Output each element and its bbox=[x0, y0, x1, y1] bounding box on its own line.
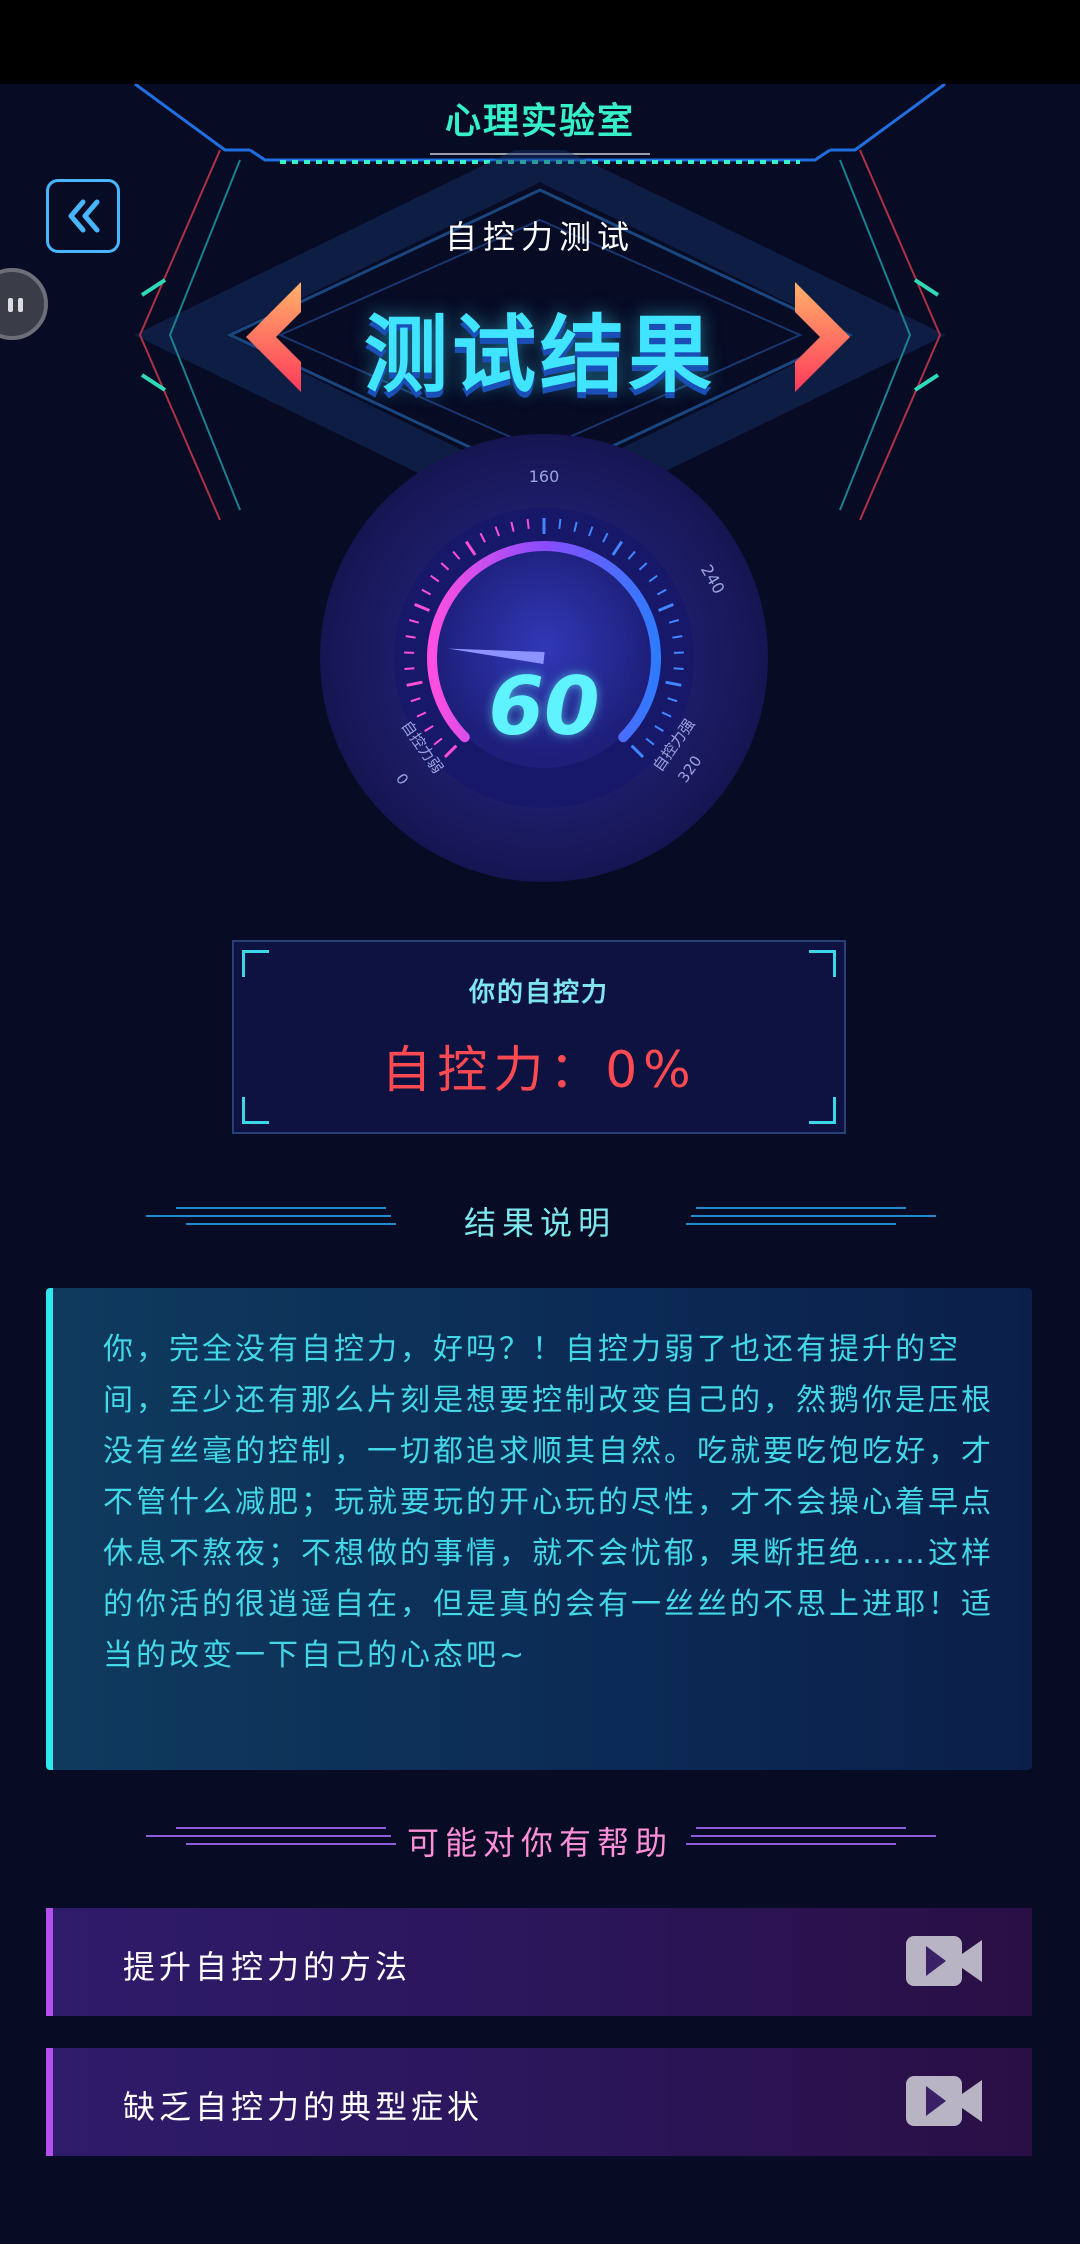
result-description-text: 你，完全没有自控力，好吗？！自控力弱了也还有提升的空间，至少还有那么片刻是想要控… bbox=[103, 1332, 994, 1673]
heading-lines-right bbox=[686, 1207, 936, 1225]
result-description-box: 你，完全没有自控力，好吗？！自控力弱了也还有提升的空间，至少还有那么片刻是想要控… bbox=[46, 1288, 1032, 1770]
gauge-tick bbox=[526, 518, 530, 530]
score-box: 你的自控力 自控力：0% bbox=[232, 940, 846, 1134]
help-item-methods[interactable]: 提升自控力的方法 bbox=[46, 1908, 1032, 2016]
video-icon bbox=[906, 1936, 982, 1986]
help-item-label: 提升自控力的方法 bbox=[123, 1948, 412, 1986]
video-icon bbox=[906, 2076, 982, 2126]
help-section-heading: 可能对你有帮助 bbox=[0, 1810, 1080, 1870]
gauge-value: 60 bbox=[488, 660, 600, 753]
status-bar bbox=[0, 0, 1080, 84]
score-value: 自控力：0% bbox=[381, 1041, 697, 1099]
result-title: 测试结果 bbox=[363, 306, 716, 404]
test-subtitle: 自控力测试 bbox=[444, 218, 635, 256]
help-item-label: 缺乏自控力的典型症状 bbox=[123, 2088, 484, 2126]
gauge-tick bbox=[558, 518, 562, 530]
help-item-symptoms[interactable]: 缺乏自控力的典型症状 bbox=[46, 2048, 1032, 2156]
result-section-heading: 结果说明 bbox=[0, 1190, 1080, 1250]
score-label: 你的自控力 bbox=[468, 978, 609, 1008]
score-gauge: 160 240 0 自控力弱 320 自控力强 bbox=[320, 434, 768, 882]
heading-lines-right bbox=[686, 1827, 936, 1845]
gauge-top-label: 160 bbox=[529, 467, 560, 486]
app-title: 心理实验室 bbox=[444, 101, 635, 142]
